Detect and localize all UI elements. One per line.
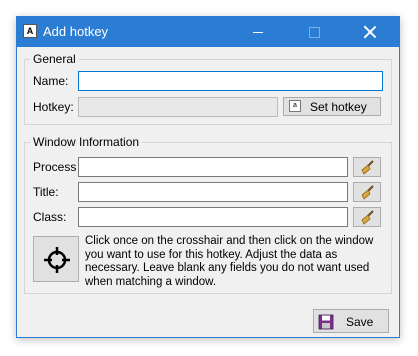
save-label: Save — [346, 315, 374, 329]
clear-process-button[interactable] — [353, 157, 381, 177]
hotkey-label: Hotkey: — [33, 100, 74, 114]
set-hotkey-label: Set hotkey — [310, 100, 367, 114]
class-input[interactable] — [78, 207, 348, 227]
crosshair-icon — [44, 247, 70, 273]
app-icon: A — [23, 24, 37, 38]
window-information-legend: Window Information — [30, 135, 143, 149]
clear-class-button[interactable] — [353, 207, 381, 227]
title-bar[interactable]: A Add hotkey — [17, 17, 399, 47]
broom-icon — [361, 210, 374, 225]
save-button[interactable]: Save — [313, 309, 389, 333]
process-input[interactable] — [78, 157, 348, 177]
name-input[interactable] — [78, 71, 383, 91]
broom-icon — [361, 160, 374, 175]
floppy-disk-icon — [318, 314, 334, 330]
clear-title-button[interactable] — [353, 182, 381, 202]
minimize-button[interactable] — [241, 17, 275, 47]
close-button[interactable] — [353, 17, 387, 47]
window-title: Add hotkey — [43, 24, 109, 39]
crosshair-instructions: Click once on the crosshair and then cli… — [85, 235, 374, 288]
class-label: Class: — [33, 210, 67, 224]
close-icon — [364, 26, 376, 38]
broom-icon — [361, 185, 374, 200]
general-legend: General — [30, 52, 79, 66]
title-input[interactable] — [78, 182, 348, 202]
maximize-button — [297, 17, 331, 47]
add-hotkey-dialog: A Add hotkey General Name: Hotkey: a Set… — [16, 16, 400, 338]
title-label: Title: — [33, 185, 59, 199]
process-label: Process — [33, 160, 77, 174]
minimize-icon — [253, 31, 263, 33]
crosshair-button[interactable] — [33, 236, 79, 282]
hotkey-field[interactable] — [78, 97, 278, 117]
maximize-icon — [308, 26, 320, 38]
keyboard-icon: a — [289, 100, 301, 112]
name-label: Name: — [33, 74, 69, 88]
set-hotkey-button[interactable]: a Set hotkey — [283, 97, 381, 116]
